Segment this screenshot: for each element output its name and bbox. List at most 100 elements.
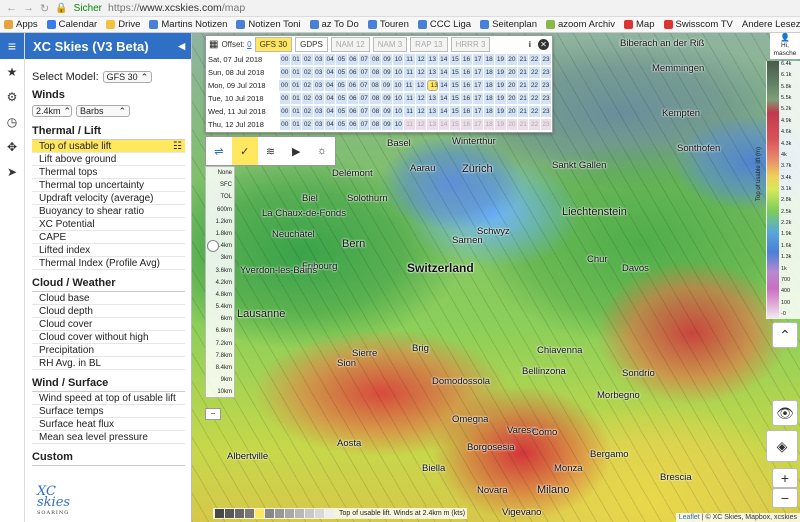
hour-cell[interactable]: 07 [359, 106, 370, 117]
hour-cell[interactable]: 20 [506, 119, 518, 130]
hour-cell[interactable]: 00 [279, 80, 290, 91]
bookmark-item[interactable]: Map [624, 19, 655, 30]
layer-item[interactable]: Lift above ground [32, 153, 185, 166]
hour-cell[interactable]: 17 [472, 106, 483, 117]
collapse-icon[interactable]: ◂ [178, 38, 185, 54]
hour-cell[interactable]: 16 [461, 80, 472, 91]
layer-item[interactable]: Cloud cover without high [32, 331, 185, 344]
hour-cell[interactable]: 07 [358, 80, 369, 91]
hour-cell[interactable]: 17 [472, 93, 483, 104]
altitude-tick[interactable]: 3km [206, 252, 232, 264]
hour-cell[interactable]: 08 [370, 54, 381, 65]
layer-item[interactable]: Cloud base [32, 292, 185, 305]
hour-cell[interactable]: 09 [381, 93, 393, 104]
hour-cell[interactable]: 16 [461, 106, 472, 117]
layers-icon[interactable]: ◈ [766, 430, 798, 462]
hour-cell[interactable]: 11 [404, 119, 415, 130]
altitude-tick[interactable]: SFC [206, 179, 232, 191]
hour-cell[interactable]: 21 [517, 80, 529, 91]
bookmark-item[interactable]: Martins Notizen [149, 19, 227, 30]
hour-cell[interactable]: 02 [302, 67, 313, 78]
layer-settings-icon[interactable]: ☷ [173, 140, 185, 152]
altitude-tick[interactable]: 4.8km [206, 289, 232, 301]
hour-cell[interactable]: 01 [290, 54, 302, 65]
close-icon[interactable]: ✕ [538, 39, 549, 50]
hour-cell[interactable]: 07 [359, 54, 370, 65]
leaflet-link[interactable]: Leaflet [679, 514, 700, 521]
layer-item[interactable]: Cloud depth [32, 305, 185, 318]
hour-cell[interactable]: 05 [336, 80, 347, 91]
hour-cell[interactable]: 19 [495, 54, 506, 65]
hour-cell[interactable]: 08 [370, 67, 381, 78]
hour-cell[interactable]: 01 [290, 80, 302, 91]
hour-cell[interactable]: 16 [461, 67, 472, 78]
zoom-out-button[interactable]: − [772, 488, 798, 508]
hour-cell[interactable]: 13 [427, 54, 438, 65]
hour-cell[interactable]: 03 [313, 106, 324, 117]
hour-cell[interactable]: 11 [403, 80, 415, 91]
offset-value[interactable]: 0 [247, 40, 251, 49]
hour-cell[interactable]: 10 [392, 80, 403, 91]
hour-cell[interactable]: 18 [483, 80, 495, 91]
layer-item[interactable]: Updraft velocity (average) [32, 192, 185, 205]
sliders-icon[interactable]: ⇌ [206, 137, 232, 165]
hour-cell[interactable]: 17 [472, 67, 483, 78]
altitude-tick[interactable]: 600m [206, 204, 232, 216]
hour-cell[interactable]: 14 [438, 93, 449, 104]
hour-cell[interactable]: 09 [381, 119, 393, 130]
hour-cell[interactable]: 14 [438, 119, 449, 130]
hour-cell[interactable]: 12 [415, 80, 426, 91]
hour-cell[interactable]: 02 [302, 54, 313, 65]
altitude-tick[interactable]: 4.2km [206, 277, 232, 289]
hour-cell[interactable]: 03 [313, 67, 324, 78]
model-select[interactable]: GFS 30 ⌃ [102, 70, 153, 83]
hour-cell[interactable]: 15 [449, 119, 461, 130]
bookmark-item[interactable]: az To Do [309, 19, 359, 30]
bookmark-item[interactable]: Apps [4, 19, 38, 30]
hour-cell[interactable]: 04 [324, 106, 336, 117]
hour-cell[interactable]: 12 [415, 93, 427, 104]
hour-cell[interactable]: 18 [484, 119, 495, 130]
hour-cell[interactable]: 05 [336, 119, 347, 130]
model-tab[interactable]: GFS 30 [254, 37, 293, 52]
hour-cell[interactable]: 04 [324, 93, 336, 104]
hour-cell[interactable]: 04 [324, 80, 336, 91]
altitude-tick[interactable]: 3.6km [206, 265, 232, 277]
waves-icon[interactable]: ≋ [258, 137, 284, 165]
hour-cell[interactable]: 14 [438, 54, 449, 65]
hour-cell[interactable]: 17 [472, 80, 483, 91]
calendar-icon[interactable]: ▦ [209, 39, 218, 50]
hour-cell[interactable]: 20 [506, 67, 518, 78]
hour-cell[interactable]: 18 [484, 67, 495, 78]
hour-cell[interactable]: 10 [393, 67, 404, 78]
hour-cell[interactable]: 16 [461, 54, 472, 65]
layer-item[interactable]: Buoyancy to shear ratio [32, 205, 185, 218]
hour-cell[interactable]: 13 [427, 119, 438, 130]
altitude-tick[interactable]: 1.8km [206, 228, 232, 240]
move-icon[interactable]: ✥ [0, 134, 24, 159]
hour-cell[interactable]: 06 [347, 80, 358, 91]
layer-item[interactable]: Wind speed at top of usable lift [32, 392, 185, 405]
hour-cell[interactable]: 19 [495, 106, 506, 117]
hour-cell[interactable]: 14 [438, 80, 449, 91]
hour-cell[interactable]: 23 [540, 80, 551, 91]
altitude-tick[interactable]: 8.4km [206, 362, 232, 374]
hour-cell[interactable]: 14 [438, 106, 449, 117]
zoom-out-small-button[interactable]: − [205, 408, 221, 420]
hour-cell[interactable]: 15 [449, 106, 461, 117]
url-text[interactable]: https://www.xcskies.com/map [108, 2, 245, 14]
layer-item[interactable]: XC Potential [32, 218, 185, 231]
hour-cell[interactable]: 22 [529, 119, 540, 130]
hour-cell[interactable]: 06 [347, 93, 359, 104]
hour-cell[interactable]: 22 [529, 54, 540, 65]
hour-cell[interactable]: 00 [279, 54, 290, 65]
hour-cell[interactable]: 12 [415, 119, 427, 130]
layer-item[interactable]: Thermal top uncertainty [32, 179, 185, 192]
hour-cell[interactable]: 02 [302, 119, 313, 130]
hour-cell[interactable]: 22 [529, 106, 540, 117]
hour-cell[interactable]: 06 [347, 67, 359, 78]
altitude-tick[interactable]: 1.2km [206, 216, 232, 228]
hour-cell[interactable]: 10 [393, 93, 404, 104]
hour-cell[interactable]: 05 [336, 67, 347, 78]
hour-cell[interactable]: 04 [324, 119, 336, 130]
